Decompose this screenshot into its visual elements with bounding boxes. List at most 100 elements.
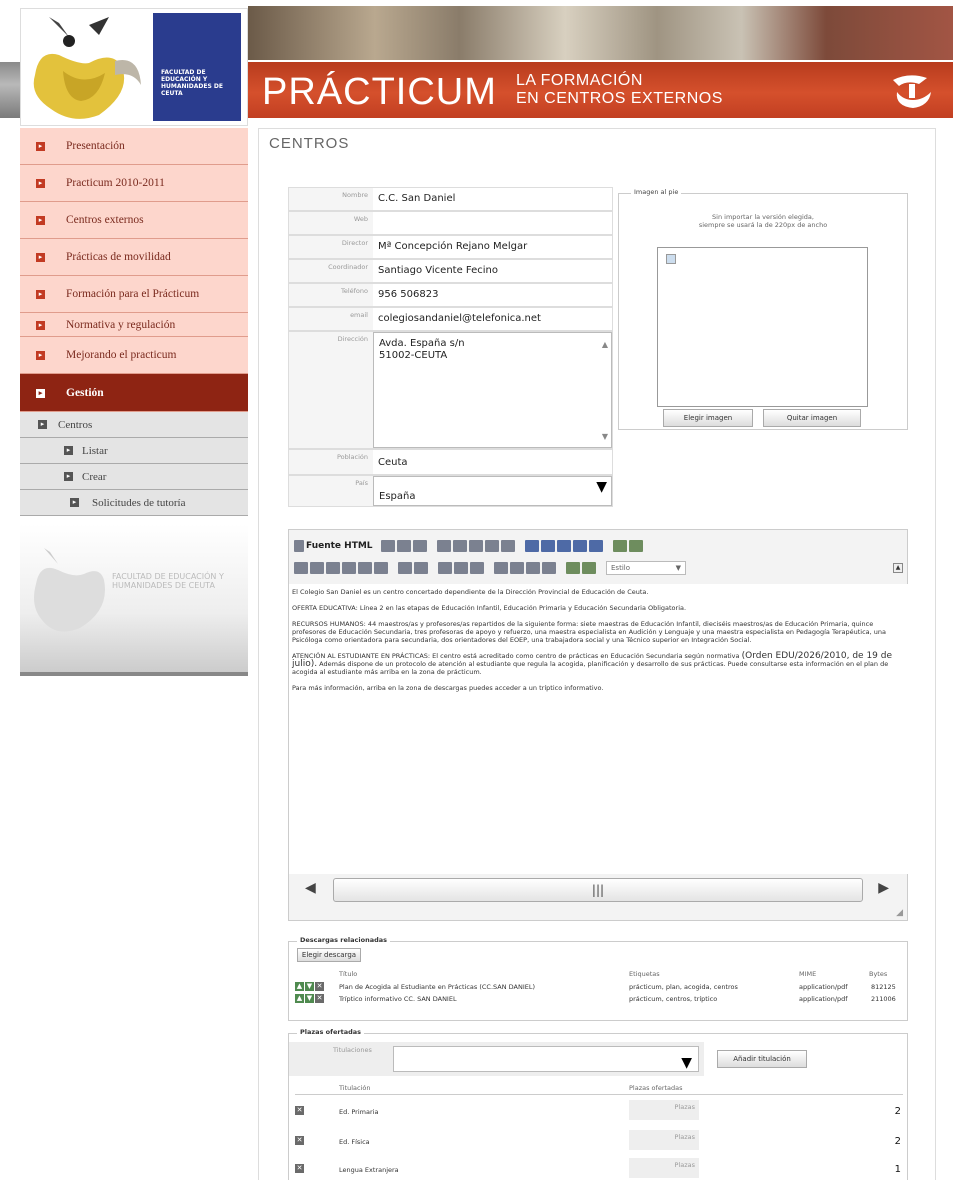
choose-image-button[interactable]: Elegir imagen (663, 409, 753, 427)
email-input[interactable]: colegiosandaniel@telefonica.net (373, 308, 612, 330)
nav-item-presentacion[interactable]: ▸ Presentación (20, 128, 248, 165)
bold-icon[interactable] (294, 562, 308, 574)
find-icon[interactable] (452, 540, 467, 552)
delete-icon[interactable]: ✕ (295, 1164, 304, 1173)
field-direccion[interactable]: Dirección Avda. España s/n 51002-CEUTA ▲… (288, 331, 613, 449)
subscript-icon[interactable] (358, 562, 372, 574)
field-web[interactable]: Web (288, 211, 613, 235)
web-input[interactable] (373, 212, 612, 234)
scroll-left-icon[interactable]: ◀ (305, 880, 316, 896)
plazas-input[interactable]: Plazas (629, 1130, 699, 1150)
sidebar-footer: FACULTAD DE EDUCACIÓN Y HUMANIDADES DE C… (20, 524, 248, 676)
nav-item-centros-externos[interactable]: ▸ Centros externos (20, 202, 248, 239)
strike-icon[interactable] (342, 562, 356, 574)
move-up-icon[interactable]: ▲ (295, 994, 304, 1003)
align-center-icon[interactable] (510, 562, 524, 574)
image-icon[interactable] (524, 540, 539, 552)
col-header-bytes: Bytes (869, 970, 888, 978)
nav-item-formacion[interactable]: ▸ Formación para el Prácticum (20, 276, 248, 313)
scroll-down-icon[interactable]: ▼ (602, 431, 608, 443)
subnav-item-centros[interactable]: ▸ Centros (20, 412, 248, 438)
nav-item-gestion[interactable]: ▸ Gestión (20, 374, 248, 412)
source-html-button[interactable]: Fuente HTML (306, 541, 373, 551)
delete-icon[interactable]: ✕ (315, 982, 324, 991)
resize-handle-icon[interactable]: ◢ (896, 908, 903, 918)
nav-item-normativa[interactable]: ▸ Normativa y regulación (20, 313, 248, 337)
paste-word-icon[interactable] (412, 540, 427, 552)
coordinador-input[interactable]: Santiago Vicente Fecino (373, 260, 612, 282)
align-left-icon[interactable] (494, 562, 508, 574)
field-nombre[interactable]: Nombre C.C. San Daniel (288, 187, 613, 211)
titulaciones-select[interactable]: ▼ (393, 1046, 699, 1072)
horizontal-rule-icon[interactable] (572, 540, 587, 552)
link-icon[interactable] (612, 540, 627, 552)
field-coordinador[interactable]: Coordinador Santiago Vicente Fecino (288, 259, 613, 283)
download-title[interactable]: Plan de Acogida al Estudiante en Práctic… (339, 983, 535, 991)
text-color-icon[interactable] (566, 562, 580, 574)
numbered-list-icon[interactable] (398, 562, 412, 574)
select-all-icon[interactable] (484, 540, 499, 552)
table-icon[interactable] (556, 540, 571, 552)
editor-horizontal-scrollbar[interactable]: ◀ ||| ▶ (299, 874, 899, 906)
direccion-textarea[interactable]: Avda. España s/n 51002-CEUTA ▲ ▼ (373, 332, 612, 448)
scroll-up-icon[interactable]: ▲ (602, 339, 608, 351)
field-director[interactable]: Director Mª Concepción Rejano Melgar (288, 235, 613, 259)
source-icon[interactable] (294, 540, 304, 552)
nav-item-movilidad[interactable]: ▸ Prácticas de movilidad (20, 239, 248, 276)
remove-image-button[interactable]: Quitar imagen (763, 409, 861, 427)
field-telefono[interactable]: Teléfono 956 506823 (288, 283, 613, 307)
special-char-icon[interactable] (588, 540, 603, 552)
paste-icon[interactable] (380, 540, 395, 552)
director-input[interactable]: Mª Concepción Rejano Melgar (373, 236, 612, 258)
move-up-icon[interactable]: ▲ (295, 982, 304, 991)
editor-content[interactable]: El Colegio San Daniel es un centro conce… (289, 584, 909, 874)
subnav-item-solicitudes[interactable]: ▸ Solicitudes de tutoría (20, 490, 248, 516)
align-right-icon[interactable] (526, 562, 540, 574)
move-down-icon[interactable]: ▼ (305, 982, 314, 991)
clear-format-icon[interactable] (500, 540, 515, 552)
plazas-input[interactable]: Plazas (629, 1158, 699, 1178)
move-down-icon[interactable]: ▼ (305, 994, 314, 1003)
collapse-toolbar-icon[interactable]: ▲ (893, 563, 903, 573)
nav-item-label: Presentación (66, 140, 125, 152)
field-poblacion[interactable]: Población Ceuta (288, 449, 613, 475)
subnav-item-crear[interactable]: ▸ Crear (20, 464, 248, 490)
unlink-icon[interactable] (628, 540, 643, 552)
paste-text-icon[interactable] (396, 540, 411, 552)
indent-icon[interactable] (454, 562, 468, 574)
outdent-icon[interactable] (438, 562, 452, 574)
undo-icon[interactable] (436, 540, 451, 552)
nombre-input[interactable]: C.C. San Daniel (373, 188, 612, 210)
nav-item-mejorando[interactable]: ▸ Mejorando el practicum (20, 337, 248, 374)
nav-item-practicum-2010[interactable]: ▸ Practicum 2010-2011 (20, 165, 248, 202)
faculty-logo[interactable]: FACULTAD DE EDUCACIÓN Y HUMANIDADES DE C… (20, 8, 248, 126)
replace-icon[interactable] (468, 540, 483, 552)
bg-color-icon[interactable] (582, 562, 596, 574)
poblacion-input[interactable]: Ceuta (373, 450, 612, 474)
style-select[interactable]: Estilo ▼ (606, 561, 686, 575)
field-pais[interactable]: País España ▼ (288, 475, 613, 507)
scroll-right-icon[interactable]: ▶ (878, 880, 889, 896)
field-email[interactable]: email colegiosandaniel@telefonica.net (288, 307, 613, 331)
add-titulacion-button[interactable]: Añadir titulación (717, 1050, 807, 1068)
flash-icon[interactable] (540, 540, 555, 552)
download-title[interactable]: Tríptico informativo CC. SAN DANIEL (339, 995, 457, 1003)
telefono-input[interactable]: 956 506823 (373, 284, 612, 306)
pais-select[interactable]: España ▼ (373, 476, 612, 506)
blockquote-icon[interactable] (470, 562, 484, 574)
delete-icon[interactable]: ✕ (295, 1136, 304, 1145)
underline-icon[interactable] (326, 562, 340, 574)
justify-icon[interactable] (542, 562, 556, 574)
plazas-input[interactable]: Plazas (629, 1100, 699, 1120)
bulleted-list-icon[interactable] (414, 562, 428, 574)
italic-icon[interactable] (310, 562, 324, 574)
delete-icon[interactable]: ✕ (315, 994, 324, 1003)
scroll-thumb[interactable]: ||| (333, 878, 863, 902)
chevron-down-icon[interactable]: ▼ (596, 480, 607, 494)
choose-download-button[interactable]: Elegir descarga (297, 948, 361, 962)
subnav-item-listar[interactable]: ▸ Listar (20, 438, 248, 464)
delete-icon[interactable]: ✕ (295, 1106, 304, 1115)
plazas-row: ✕ Ed. Física Plazas 2 (289, 1130, 909, 1158)
chevron-down-icon[interactable]: ▼ (681, 1055, 692, 1071)
superscript-icon[interactable] (374, 562, 388, 574)
